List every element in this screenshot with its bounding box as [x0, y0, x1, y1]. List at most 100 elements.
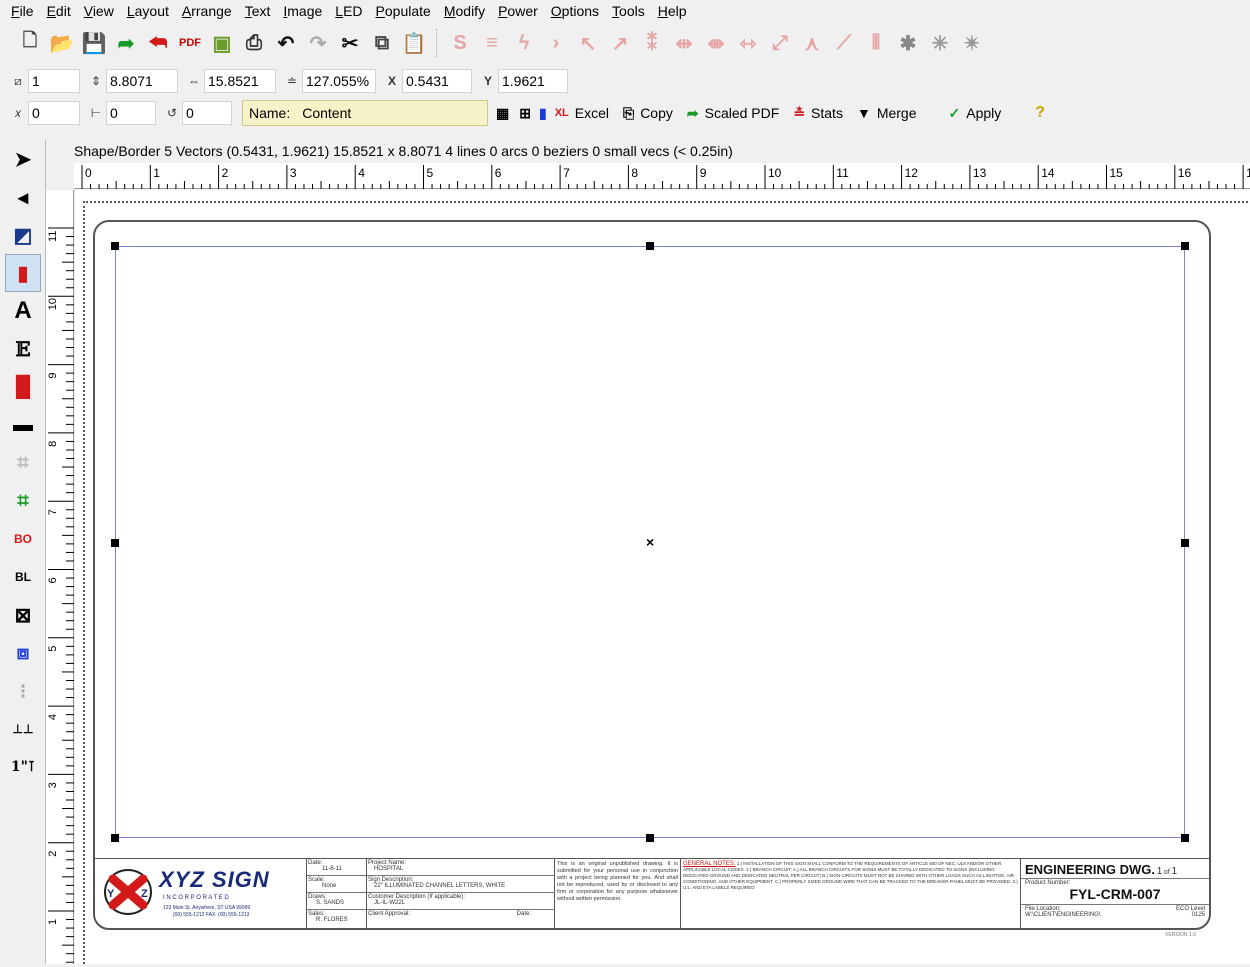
print-icon[interactable]: ⎙: [238, 27, 270, 59]
menu-image[interactable]: Image: [278, 3, 330, 19]
width-input[interactable]: 15.8521: [204, 69, 276, 93]
menu-view[interactable]: View: [79, 3, 122, 19]
stack-icon[interactable]: ⁝: [0, 672, 46, 710]
menu-tools[interactable]: Tools: [607, 3, 653, 19]
skew-input[interactable]: 0: [28, 101, 80, 125]
excel-button[interactable]: XL Excel: [555, 105, 609, 121]
space-icon[interactable]: ⇿: [732, 27, 764, 59]
asterisk-icon[interactable]: ✱: [892, 27, 924, 59]
node-select-icon[interactable]: ◂: [0, 178, 46, 216]
node-icon[interactable]: ⤢: [764, 27, 796, 59]
bo-icon[interactable]: BO: [0, 520, 46, 558]
burst-icon[interactable]: ✴: [956, 27, 988, 59]
scale-input[interactable]: 127.055%: [302, 69, 376, 93]
color-fill-icon[interactable]: ▮: [5, 254, 41, 292]
page-border-left: [83, 201, 85, 964]
menu-text[interactable]: Text: [240, 3, 279, 19]
distribute-h-icon[interactable]: ⇹: [668, 27, 700, 59]
copy-button[interactable]: ⎘ Copy: [623, 105, 673, 122]
menu-power[interactable]: Power: [493, 3, 546, 19]
resize-handle-t[interactable]: [646, 242, 654, 250]
smooth-icon[interactable]: ⟋: [828, 27, 860, 59]
name-input[interactable]: Content: [296, 105, 357, 121]
grid-button[interactable]: ▦: [496, 105, 515, 122]
menu-help[interactable]: Help: [653, 3, 695, 19]
company-name: XYZ SIGN: [159, 867, 270, 892]
arrow-up-left-icon[interactable]: ↖: [572, 27, 604, 59]
menu-edit[interactable]: Edit: [42, 3, 79, 19]
redo-icon[interactable]: ↷: [302, 27, 334, 59]
grid-lines-icon[interactable]: ⦀: [860, 27, 892, 59]
resize-handle-br[interactable]: [1181, 834, 1189, 842]
scaled-pdf-button[interactable]: ➦ Scaled PDF: [687, 105, 779, 122]
apply-button[interactable]: ✓ Apply: [949, 105, 1002, 122]
save-icon[interactable]: 💾: [78, 27, 110, 59]
company-incorporated: I N C O R P O R A T E D: [163, 895, 229, 901]
star-icon[interactable]: ✳: [924, 27, 956, 59]
transform-disabled-icon[interactable]: ⌗: [0, 444, 46, 482]
parallel-lines-icon[interactable]: ≡: [476, 27, 508, 59]
resize-handle-tl[interactable]: [111, 242, 119, 250]
group-icon[interactable]: ⧈: [0, 634, 46, 672]
arrow-up-right-icon[interactable]: ↗: [604, 27, 636, 59]
split-icon[interactable]: ▐▌: [0, 368, 46, 406]
y-input[interactable]: 1.9621: [498, 69, 568, 93]
ruler-icon[interactable]: ⊥⊥: [0, 710, 46, 748]
measure-icon[interactable]: 1"⊺: [0, 748, 46, 786]
menu-arrange[interactable]: Arrange: [177, 3, 240, 19]
export-pdf-icon[interactable]: PDF: [174, 27, 206, 59]
bounding-box-icon[interactable]: ⊠: [0, 596, 46, 634]
distribute-icon[interactable]: ⇼: [700, 27, 732, 59]
rotation-input[interactable]: 0: [182, 101, 232, 125]
menu-layout[interactable]: Layout: [122, 3, 177, 19]
title-block[interactable]: Y Z XYZ SIGN I N C O R P O R A T E D 123…: [95, 858, 1209, 929]
project-value: HOSPITAL: [374, 866, 404, 872]
height-input[interactable]: 8.8071: [106, 69, 178, 93]
import-image-icon[interactable]: ▣: [206, 27, 238, 59]
new-file-icon[interactable]: 🗋: [14, 27, 46, 59]
color-button[interactable]: ▮: [539, 105, 553, 122]
paste-icon[interactable]: 📋: [398, 27, 430, 59]
cut-icon[interactable]: ✂: [334, 27, 366, 59]
skew-field: 𝑥 0: [10, 101, 80, 125]
undo-arrow-icon[interactable]: ⮪: [142, 27, 174, 59]
menu-modify[interactable]: Modify: [439, 3, 493, 19]
s-curve-icon[interactable]: S: [444, 27, 476, 59]
crop-icon[interactable]: ◩: [0, 216, 46, 254]
resize-handle-l[interactable]: [111, 539, 119, 547]
open-folder-icon[interactable]: 📂: [46, 27, 78, 59]
x-input[interactable]: 0.5431: [402, 69, 472, 93]
resize-handle-tr[interactable]: [1181, 242, 1189, 250]
bar-icon[interactable]: ▬: [0, 406, 46, 444]
copy-icon[interactable]: ⧉: [366, 27, 398, 59]
menu-populate[interactable]: Populate: [371, 3, 439, 19]
resize-handle-r[interactable]: [1181, 539, 1189, 547]
stats-button[interactable]: ≛ Stats: [793, 105, 843, 122]
bl-icon[interactable]: BL: [0, 558, 46, 596]
join-icon[interactable]: ⋏: [796, 27, 828, 59]
properties-row-1: ⧄ 1 ⇕ 8.8071 ⇔ 15.8521 ≐ 127.055% X 0.54…: [0, 66, 1250, 96]
menu-file[interactable]: File: [6, 3, 42, 19]
chevron-icon[interactable]: ›: [540, 27, 572, 59]
outline-text-icon[interactable]: 𝔼: [0, 330, 46, 368]
undo-icon[interactable]: ↶: [270, 27, 302, 59]
arrange-button[interactable]: ⊞: [519, 105, 537, 122]
transform-icon[interactable]: ⌗: [0, 482, 46, 520]
zigzag-icon[interactable]: ϟ: [508, 27, 540, 59]
resize-handle-bl[interactable]: [111, 834, 119, 842]
center-marker-icon[interactable]: ×: [646, 534, 654, 550]
shear-input[interactable]: 0: [106, 101, 156, 125]
redo-arrow-icon[interactable]: ➦: [110, 27, 142, 59]
menu-options[interactable]: Options: [546, 3, 607, 19]
height-icon: ⇕: [90, 74, 102, 88]
align-icon[interactable]: ⁑: [636, 27, 668, 59]
layer-icon: ⧄: [14, 73, 22, 88]
resize-handle-b[interactable]: [646, 834, 654, 842]
text-tool-icon[interactable]: A: [0, 292, 46, 330]
help-button[interactable]: ?: [1035, 104, 1051, 122]
drawing-canvas[interactable]: × Y Z XYZ SIGN I N C O R P O R A T E D 1…: [75, 190, 1250, 964]
merge-button[interactable]: ▼ Merge: [857, 105, 917, 121]
menu-led[interactable]: LED: [330, 3, 370, 19]
layer-input[interactable]: 1: [28, 69, 80, 93]
select-arrow-icon[interactable]: ➤: [0, 140, 46, 178]
